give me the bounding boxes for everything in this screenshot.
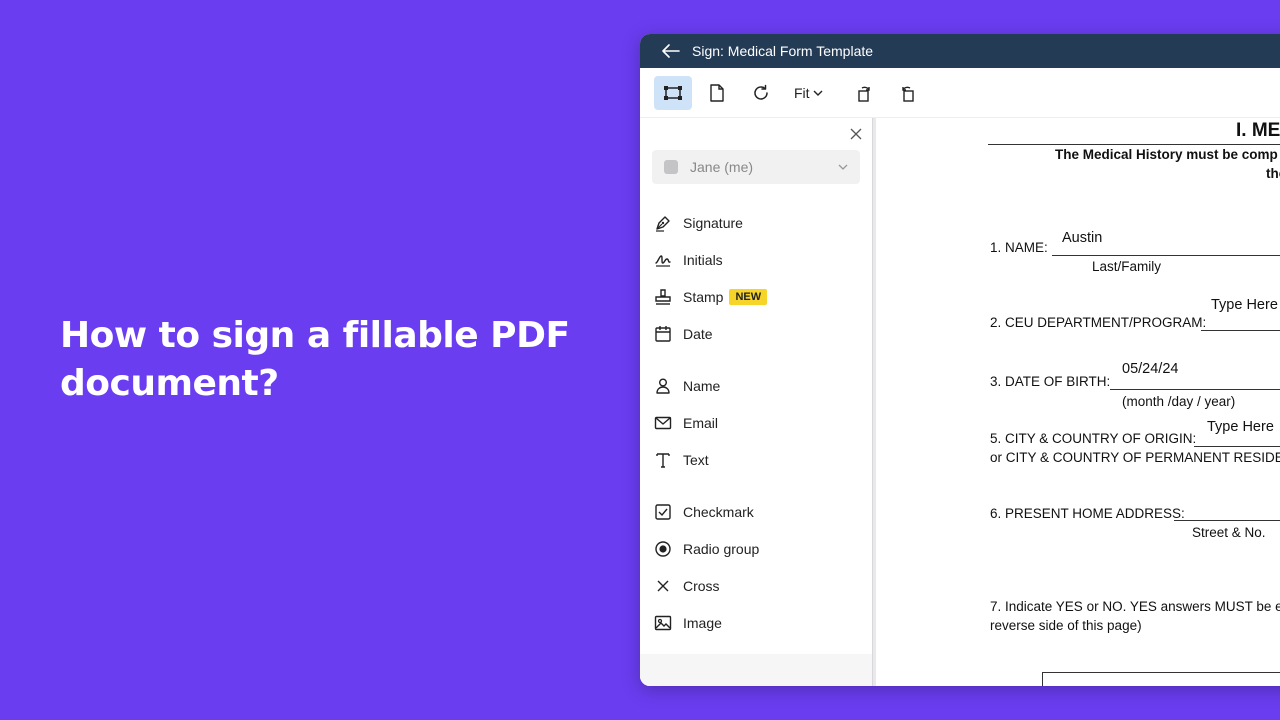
q1-sublabel: Last/Family [1092, 259, 1162, 274]
toolbar: Fit [640, 68, 1280, 118]
tool-date[interactable]: Date [640, 315, 872, 352]
tool-image[interactable]: Image [640, 604, 872, 641]
envelope-icon [653, 413, 673, 433]
document-page: I. ME The Medical History must be comp t… [876, 118, 1280, 686]
page-icon [710, 83, 724, 102]
rotate-left-button[interactable] [845, 76, 883, 110]
tool-text[interactable]: Text [640, 441, 872, 478]
select-tool-button[interactable] [654, 75, 692, 110]
tool-date-label: Date [683, 325, 713, 342]
cross-icon [653, 576, 673, 596]
rotate-icon [754, 84, 768, 100]
selection-frame-icon [664, 85, 682, 100]
tool-checkmark[interactable]: Checkmark [640, 493, 872, 530]
tool-radio-group-label: Radio group [683, 540, 760, 557]
tool-email-label: Email [683, 414, 719, 431]
field-tools: Signature Initials Stamp NEW Date Name E… [640, 204, 872, 641]
tool-initials-label: Initials [683, 251, 723, 268]
title-bar: Sign: Medical Form Template [640, 34, 1280, 68]
tool-name[interactable]: Name [640, 367, 872, 404]
chevron-down-icon [838, 164, 848, 170]
text-t-icon [653, 450, 673, 470]
tool-email[interactable]: Email [640, 404, 872, 441]
dob-field[interactable]: 05/24/24 [1122, 361, 1178, 377]
q7-line2: reverse side of this page) [990, 618, 1142, 633]
answer-table [1042, 672, 1280, 686]
checkbox-icon [653, 502, 673, 522]
tool-cross-label: Cross [683, 577, 720, 594]
q1-label: 1. NAME: [990, 240, 1048, 255]
radio-icon [653, 539, 673, 559]
doc-heading: I. ME [1236, 120, 1280, 141]
window-title: Sign: Medical Form Template [692, 43, 874, 59]
zoom-fit-label: Fit [794, 84, 810, 101]
back-arrow-icon[interactable] [662, 41, 682, 61]
pen-nib-icon [653, 213, 673, 233]
rotate-right-button[interactable] [889, 76, 927, 110]
page-headline: How to sign a fillable PDF document? [60, 315, 570, 404]
q5-line2: or CITY & COUNTRY OF PERMANENT RESIDEN [990, 450, 1280, 465]
tool-text-label: Text [683, 451, 709, 468]
name-field[interactable]: Austin [1062, 230, 1102, 246]
signer-select[interactable]: Jane (me) [652, 150, 860, 184]
tool-stamp[interactable]: Stamp NEW [640, 278, 872, 315]
tool-initials[interactable]: Initials [640, 241, 872, 278]
q6-label: 6. PRESENT HOME ADDRESS: [990, 506, 1185, 521]
tool-cross[interactable]: Cross [640, 567, 872, 604]
tool-name-label: Name [683, 377, 721, 394]
page-button[interactable] [698, 76, 736, 110]
calendar-icon [653, 324, 673, 344]
workspace: Jane (me) Signature Initials Stamp NEW D… [640, 118, 1280, 686]
app-window: Sign: Medical Form Template Fit Jane (me… [640, 34, 1280, 686]
chevron-down-icon [813, 90, 823, 96]
tool-signature[interactable]: Signature [640, 204, 872, 241]
image-icon [653, 613, 673, 633]
zoom-fit-dropdown[interactable]: Fit [786, 76, 831, 110]
q5-label: 5. CITY & COUNTRY OF ORIGIN: [990, 431, 1197, 446]
doc-intro-line1: The Medical History must be comp [1055, 147, 1278, 162]
q2-label: 2. CEU DEPARTMENT/PROGRAM: [990, 315, 1207, 330]
new-badge: NEW [729, 288, 768, 305]
rotate-page-left-icon [857, 86, 870, 102]
initials-icon [653, 250, 673, 270]
rotate-button[interactable] [742, 76, 780, 110]
tool-stamp-label: Stamp [683, 288, 724, 305]
q3-label: 3. DATE OF BIRTH: [990, 374, 1111, 389]
q6-sublabel: Street & No. [1192, 525, 1266, 540]
q7-line1: 7. Indicate YES or NO. YES answers MUST … [990, 599, 1280, 614]
close-icon[interactable] [848, 126, 864, 142]
stamp-icon [653, 287, 673, 307]
person-icon [653, 376, 673, 396]
tool-checkmark-label: Checkmark [683, 503, 754, 520]
signer-label: Jane (me) [690, 159, 754, 175]
tool-image-label: Image [683, 614, 722, 631]
signer-color-swatch [664, 160, 678, 174]
fields-sidebar: Jane (me) Signature Initials Stamp NEW D… [640, 118, 872, 686]
doc-intro-line2: the c [1266, 166, 1280, 181]
q3-sublabel: (month /day / year) [1122, 394, 1236, 409]
tool-signature-label: Signature [683, 214, 743, 231]
city-country-field[interactable]: Type Here [1207, 419, 1274, 435]
address-field[interactable] [1174, 520, 1280, 521]
tool-radio-group[interactable]: Radio group [640, 530, 872, 567]
rotate-page-right-icon [901, 86, 914, 102]
department-field[interactable]: Type Here [1211, 297, 1278, 313]
